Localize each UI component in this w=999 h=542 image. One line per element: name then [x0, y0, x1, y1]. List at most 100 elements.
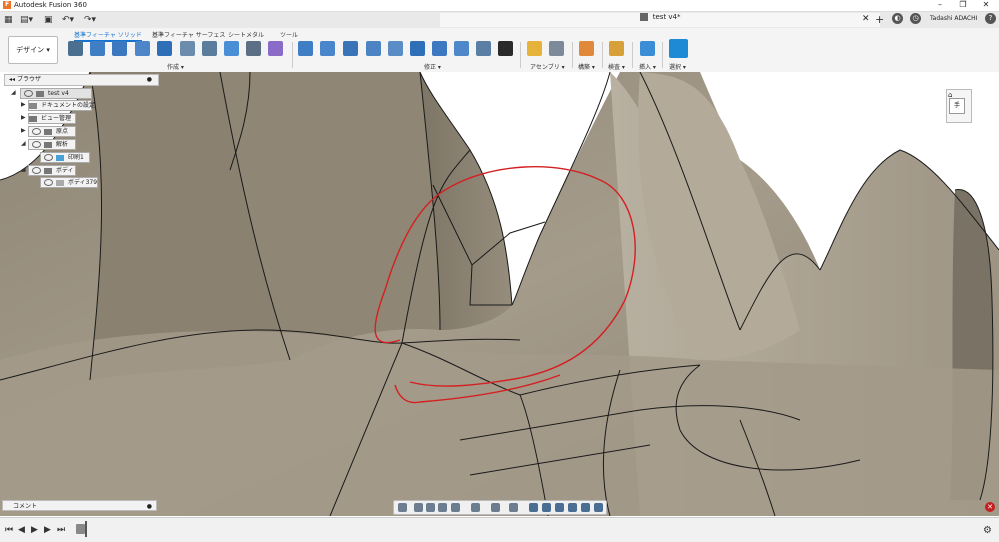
job-status-icon[interactable]: ◐ — [892, 13, 903, 24]
browser-root-node[interactable]: test v4 — [20, 88, 92, 99]
model-viewport[interactable] — [0, 72, 999, 516]
web-icon[interactable] — [202, 41, 217, 56]
move-copy-icon[interactable] — [498, 41, 513, 56]
measure-icon[interactable] — [609, 41, 624, 56]
inspect-group-label[interactable]: 検査 ▾ — [608, 62, 625, 71]
tab-solid[interactable]: 基準フィーチャ ソリッド — [74, 30, 142, 42]
draft-icon[interactable] — [388, 41, 403, 56]
view-cube-face[interactable]: 手 — [949, 98, 965, 114]
expand-root-icon[interactable]: ◢ — [11, 89, 16, 96]
assemble-group-label[interactable]: アセンブリ ▾ — [530, 62, 565, 71]
tab-surface[interactable]: 基準フィーチャ サーフェス — [152, 30, 225, 39]
app-grid-icon[interactable]: ▦ — [4, 14, 13, 26]
sweep-icon[interactable] — [135, 41, 150, 56]
display-settings-icon[interactable] — [471, 503, 480, 512]
error-icon[interactable]: ✕ — [985, 502, 995, 512]
rib-icon[interactable] — [180, 41, 195, 56]
document-tab[interactable]: test v4* — [440, 13, 880, 27]
pin-icon[interactable]: ● — [147, 75, 152, 85]
step-back-icon[interactable]: ◀ — [18, 525, 25, 535]
browser-item-origin[interactable]: 原点 — [28, 126, 76, 137]
split-face-icon[interactable] — [454, 41, 469, 56]
expand-icon[interactable]: ▶ — [21, 127, 26, 134]
tab-sheet-metal[interactable]: シートメタル — [228, 30, 264, 39]
look-at-icon[interactable] — [414, 503, 423, 512]
construct-group-label[interactable]: 構築 ▾ — [578, 62, 595, 71]
close-icon[interactable]: ✕ — [976, 0, 996, 11]
comments-panel[interactable]: コメント ● — [2, 500, 157, 511]
browser-item-doc-settings[interactable]: ドキュメントの設定 — [28, 100, 95, 111]
visibility-eye-icon[interactable] — [32, 141, 41, 148]
notifications-icon[interactable]: ◷ — [910, 13, 921, 24]
expand-icon[interactable]: ▶ — [21, 101, 26, 108]
press-pull-icon[interactable] — [298, 41, 313, 56]
expand-icon[interactable]: ▶ — [21, 114, 26, 121]
shell-icon[interactable] — [366, 41, 381, 56]
create-sketch-icon[interactable] — [68, 41, 83, 56]
visibility-eye-icon[interactable] — [44, 154, 53, 161]
minimize-icon[interactable]: – — [930, 0, 950, 11]
extrude-icon[interactable] — [90, 41, 105, 56]
new-tab-plus-icon[interactable]: + — [875, 14, 884, 26]
visual-style-icon[interactable] — [568, 503, 577, 512]
insert-image-icon[interactable] — [640, 41, 655, 56]
pan-hand-icon[interactable] — [426, 503, 435, 512]
effects-icon[interactable] — [594, 503, 603, 512]
file-menu-icon[interactable]: ▤▾ — [20, 14, 33, 26]
offset-plane-icon[interactable] — [579, 41, 594, 56]
redo-icon[interactable]: ↷▾ — [84, 14, 96, 26]
hidden-edges-icon[interactable] — [555, 503, 564, 512]
browser-item-named-views[interactable]: ビュー管理 — [28, 113, 76, 124]
shaded-icon[interactable] — [529, 503, 538, 512]
browser-item-body379[interactable]: ボディ379 — [40, 177, 98, 188]
scale-icon[interactable] — [410, 41, 425, 56]
view-cube[interactable]: ⌂ 手 — [946, 89, 972, 123]
browser-header[interactable]: ◂◂ ブラウザ ● — [4, 74, 159, 86]
undo-icon[interactable]: ↶▾ — [62, 14, 74, 26]
go-to-start-icon[interactable]: ⏮ — [5, 525, 13, 535]
timeline-settings-gear-icon[interactable]: ⚙ — [983, 525, 992, 536]
browser-item-analysis[interactable]: 解析 — [28, 139, 76, 150]
insert-group-label[interactable]: 挿入 ▾ — [639, 62, 656, 71]
visibility-eye-icon[interactable] — [44, 179, 53, 186]
pattern-icon[interactable] — [224, 41, 239, 56]
create-group-label[interactable]: 作成 ▾ — [167, 62, 184, 71]
step-forward-icon[interactable]: ▶ — [44, 525, 51, 535]
revolve-icon[interactable] — [112, 41, 127, 56]
shaded-edges-icon[interactable] — [542, 503, 551, 512]
modify-group-label[interactable]: 修正 ▾ — [424, 62, 441, 71]
create-form-icon[interactable] — [268, 41, 283, 56]
collapse-icon[interactable]: ◂◂ — [9, 76, 15, 83]
tab-close-icon[interactable]: ✕ — [862, 14, 870, 24]
tab-tools[interactable]: ツール — [280, 30, 298, 39]
orbit-icon[interactable] — [398, 503, 407, 512]
timeline-marker[interactable] — [85, 521, 87, 537]
play-icon[interactable]: ▶ — [31, 525, 38, 535]
viewports-icon[interactable] — [509, 503, 518, 512]
save-icon[interactable]: ▣ — [44, 14, 53, 26]
browser-item-bodies[interactable]: ボディ — [28, 165, 76, 176]
help-icon[interactable]: ? — [985, 13, 996, 24]
align-icon[interactable] — [476, 41, 491, 56]
fillet-icon[interactable] — [320, 41, 335, 56]
joint-icon[interactable] — [549, 41, 564, 56]
collapse-icon[interactable]: ◢ — [21, 140, 26, 147]
mirror-icon[interactable] — [246, 41, 261, 56]
workspace-switcher-button[interactable]: デザイン ▾ — [8, 36, 58, 64]
browser-item-print[interactable]: 印刷1 — [40, 152, 90, 163]
fit-icon[interactable] — [451, 503, 460, 512]
timeline-feature-icon[interactable] — [76, 524, 85, 534]
combine-icon[interactable] — [432, 41, 447, 56]
grid-snap-icon[interactable] — [491, 503, 500, 512]
select-cursor-icon[interactable] — [669, 39, 688, 58]
new-component-icon[interactable] — [527, 41, 542, 56]
visibility-eye-icon[interactable] — [24, 90, 33, 97]
visibility-eye-icon[interactable] — [32, 128, 41, 135]
visibility-eye-icon[interactable] — [32, 167, 41, 174]
user-name[interactable]: Tadashi ADACHI — [930, 15, 977, 22]
environment-icon[interactable] — [581, 503, 590, 512]
chamfer-icon[interactable] — [343, 41, 358, 56]
zoom-icon[interactable] — [438, 503, 447, 512]
select-group-label[interactable]: 選択 ▾ — [669, 62, 686, 71]
add-comment-icon[interactable]: ● — [147, 501, 152, 512]
